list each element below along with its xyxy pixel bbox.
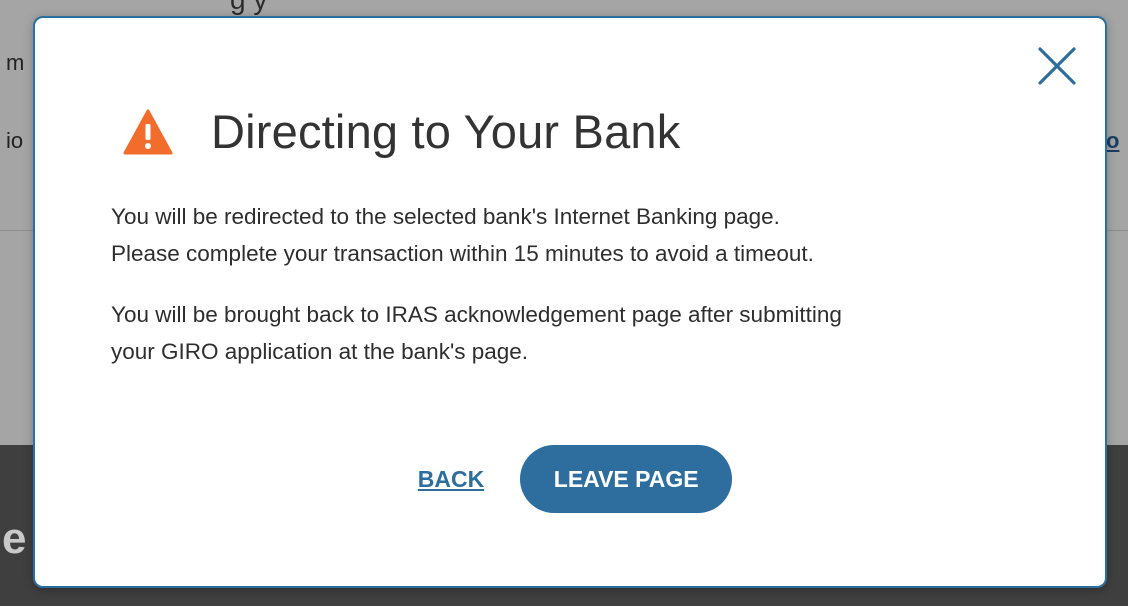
- background-text-fragment: m: [6, 50, 25, 75]
- close-button[interactable]: [1035, 44, 1079, 88]
- dialog-header: Directing to Your Bank: [123, 104, 680, 159]
- message-line: your GIRO application at the bank's page…: [111, 339, 529, 364]
- background-link-fragment: o: [1106, 128, 1120, 153]
- message-line: You will be brought back to IRAS acknowl…: [111, 302, 842, 327]
- background-text-fragment: g y: [230, 0, 267, 16]
- leave-page-button[interactable]: LEAVE PAGE: [520, 445, 733, 513]
- message-line: Please complete your transaction within …: [111, 241, 814, 266]
- dialog-message-redirect: You will be redirected to the selected b…: [111, 198, 1071, 272]
- back-button[interactable]: BACK: [418, 466, 484, 493]
- message-line: You will be redirected to the selected b…: [111, 204, 780, 229]
- dialog-message-return: You will be brought back to IRAS acknowl…: [111, 296, 1071, 370]
- dialog-title: Directing to Your Bank: [211, 105, 681, 158]
- warning-icon: [123, 109, 173, 155]
- background-text-fragment: io: [6, 128, 24, 153]
- close-icon: [1038, 47, 1076, 85]
- redirect-dialog: Directing to Your Bank You will be redir…: [33, 16, 1107, 588]
- dialog-actions: BACK LEAVE PAGE: [35, 445, 1105, 513]
